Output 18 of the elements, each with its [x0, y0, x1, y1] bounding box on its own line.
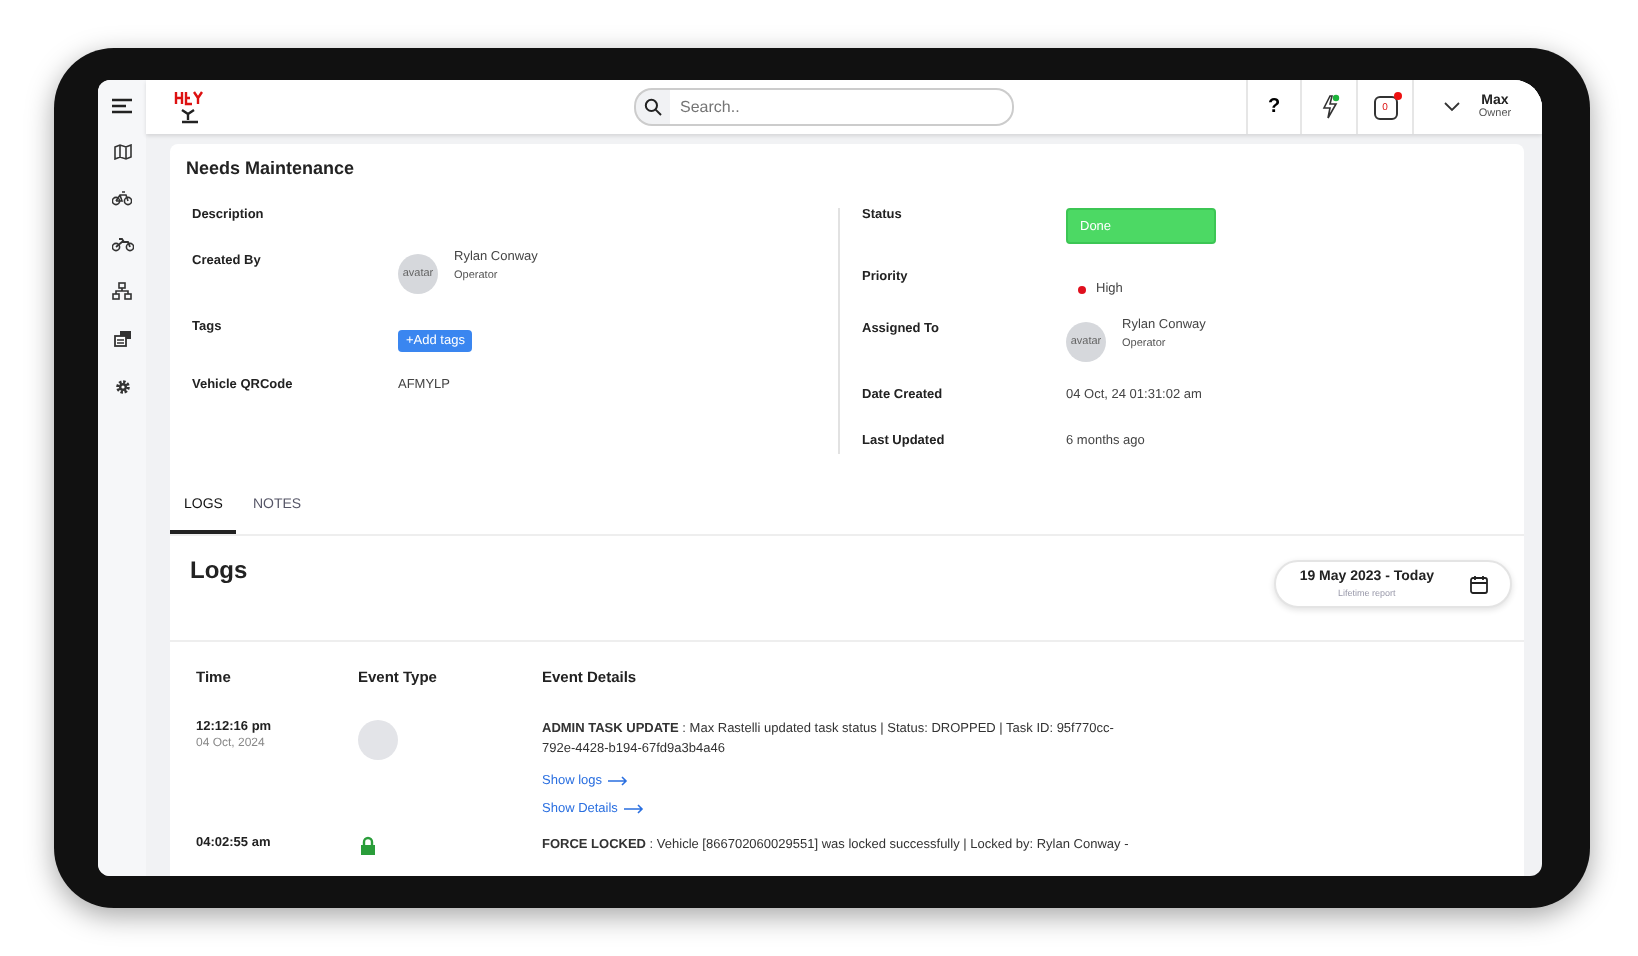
settings-icon[interactable] [113, 378, 131, 396]
network-icon[interactable] [112, 282, 132, 300]
calendar-icon [1470, 575, 1488, 593]
arrow-right-icon [608, 776, 628, 786]
map-icon[interactable] [113, 144, 131, 160]
chevron-down-icon[interactable] [1444, 102, 1461, 112]
bicycle-icon[interactable] [112, 190, 132, 206]
logo-icon [174, 89, 206, 125]
lightning-icon[interactable] [1319, 94, 1339, 120]
logs-title: Logs [190, 556, 248, 584]
event-type-placeholder [358, 720, 398, 760]
task-title: Needs Maintenance [186, 158, 357, 178]
arrow-right-icon [623, 804, 644, 814]
menu-icon[interactable] [112, 98, 132, 114]
lock-icon [358, 836, 378, 856]
motorbike-icon[interactable] [111, 236, 133, 252]
stack-icon[interactable] [113, 330, 131, 348]
help-button[interactable]: ? [1246, 80, 1300, 134]
